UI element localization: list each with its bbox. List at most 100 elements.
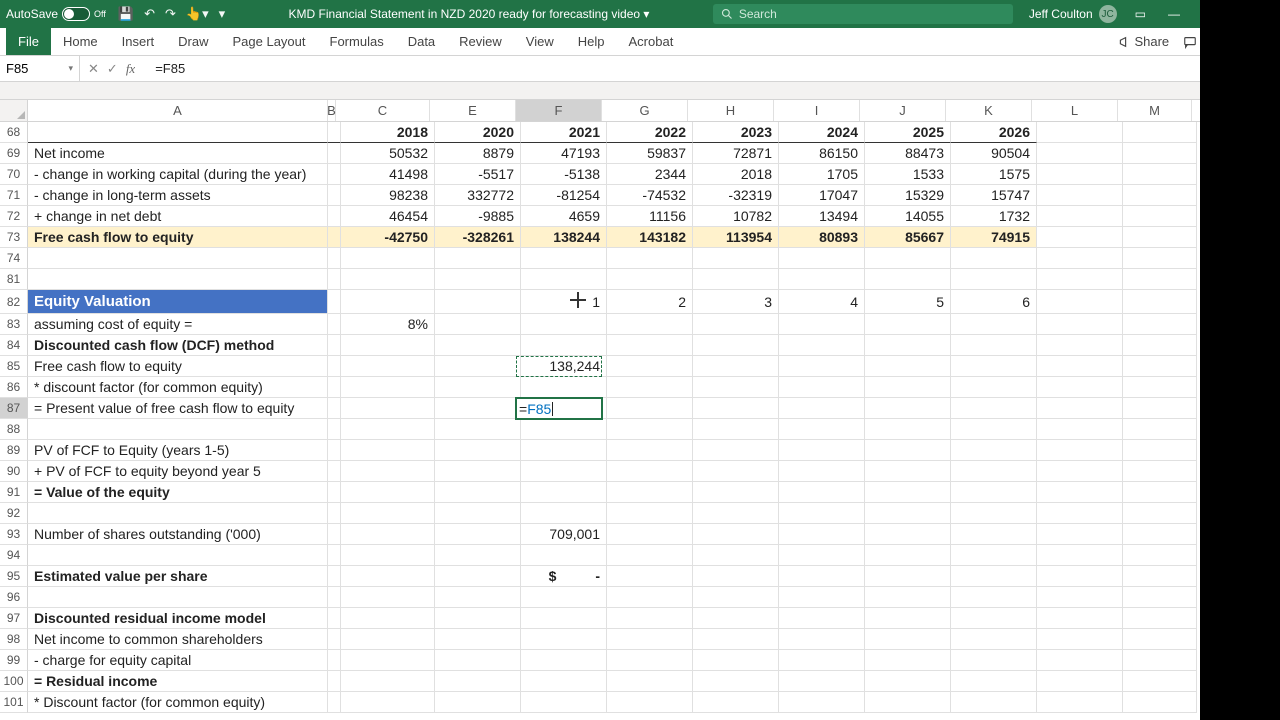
- cell[interactable]: [521, 608, 607, 629]
- cell[interactable]: $ -: [521, 566, 607, 587]
- cell[interactable]: [1037, 482, 1123, 503]
- cell[interactable]: + change in net debt: [28, 206, 328, 227]
- row-head[interactable]: 98: [0, 629, 28, 650]
- cell[interactable]: [693, 482, 779, 503]
- touch-mode-icon[interactable]: 👆▾: [186, 6, 209, 22]
- row-head[interactable]: 90: [0, 461, 28, 482]
- cell[interactable]: [693, 377, 779, 398]
- tab-help[interactable]: Help: [566, 28, 617, 55]
- cell-editor[interactable]: =F85: [515, 397, 603, 420]
- cell[interactable]: [28, 269, 328, 290]
- cell[interactable]: [341, 419, 435, 440]
- cell[interactable]: [1123, 248, 1197, 269]
- cell[interactable]: [693, 566, 779, 587]
- cell[interactable]: [1123, 143, 1197, 164]
- select-all-corner[interactable]: [0, 100, 28, 121]
- cell[interactable]: [435, 608, 521, 629]
- row-head[interactable]: 87: [0, 398, 28, 419]
- cell[interactable]: [607, 398, 693, 419]
- cell[interactable]: [1123, 587, 1197, 608]
- cell[interactable]: [341, 524, 435, 545]
- cell[interactable]: [951, 269, 1037, 290]
- cell[interactable]: [341, 650, 435, 671]
- cell[interactable]: [341, 335, 435, 356]
- row-head[interactable]: 69: [0, 143, 28, 164]
- cell[interactable]: [1037, 398, 1123, 419]
- row-head[interactable]: 91: [0, 482, 28, 503]
- row-head[interactable]: 97: [0, 608, 28, 629]
- cell[interactable]: [1123, 608, 1197, 629]
- cell[interactable]: [951, 587, 1037, 608]
- cell[interactable]: 50532: [341, 143, 435, 164]
- share-button[interactable]: Share: [1116, 34, 1169, 49]
- cell[interactable]: [1123, 269, 1197, 290]
- cell[interactable]: [328, 164, 341, 185]
- cell[interactable]: [693, 398, 779, 419]
- qat-more-icon[interactable]: ▾: [219, 6, 226, 22]
- cell[interactable]: [1123, 227, 1197, 248]
- cell[interactable]: 88473: [865, 143, 951, 164]
- cell[interactable]: [865, 314, 951, 335]
- cell[interactable]: 709,001: [521, 524, 607, 545]
- cell[interactable]: [607, 314, 693, 335]
- cell[interactable]: [28, 248, 328, 269]
- col-head-K[interactable]: K: [946, 100, 1032, 121]
- cell[interactable]: 1533: [865, 164, 951, 185]
- cell[interactable]: 138244: [521, 227, 607, 248]
- row-head[interactable]: 81: [0, 269, 28, 290]
- row-head[interactable]: 99: [0, 650, 28, 671]
- cell[interactable]: [1123, 356, 1197, 377]
- cell[interactable]: [779, 692, 865, 713]
- cell[interactable]: [1123, 482, 1197, 503]
- spreadsheet-grid[interactable]: A B C E F G H I J K L M 68 2018 2020 202…: [0, 100, 1280, 713]
- cell[interactable]: 2026: [951, 122, 1037, 143]
- cell[interactable]: 98238: [341, 185, 435, 206]
- cell[interactable]: [693, 608, 779, 629]
- cell[interactable]: -9885: [435, 206, 521, 227]
- cell[interactable]: 113954: [693, 227, 779, 248]
- cell[interactable]: [607, 671, 693, 692]
- cell[interactable]: 2022: [607, 122, 693, 143]
- cell[interactable]: [779, 377, 865, 398]
- cell[interactable]: [435, 377, 521, 398]
- cell[interactable]: Estimated value per share: [28, 566, 328, 587]
- cell[interactable]: [607, 461, 693, 482]
- cell[interactable]: [951, 398, 1037, 419]
- cancel-formula-icon[interactable]: ✕: [88, 61, 99, 77]
- cell[interactable]: 5: [865, 290, 951, 314]
- redo-icon[interactable]: ↷: [165, 6, 176, 22]
- row-head[interactable]: 100: [0, 671, 28, 692]
- cell[interactable]: [328, 482, 341, 503]
- cell[interactable]: 2023: [693, 122, 779, 143]
- cell[interactable]: * Discount factor (for common equity): [28, 692, 328, 713]
- cell[interactable]: Discounted residual income model: [28, 608, 328, 629]
- row-head[interactable]: 88: [0, 419, 28, 440]
- cell[interactable]: [1037, 206, 1123, 227]
- row-head[interactable]: 83: [0, 314, 28, 335]
- cell[interactable]: [1037, 419, 1123, 440]
- cell[interactable]: 1732: [951, 206, 1037, 227]
- cell[interactable]: [435, 314, 521, 335]
- col-head-I[interactable]: I: [774, 100, 860, 121]
- cell[interactable]: [328, 269, 341, 290]
- cell[interactable]: [341, 269, 435, 290]
- cell[interactable]: [1037, 524, 1123, 545]
- cell[interactable]: [607, 587, 693, 608]
- cell[interactable]: [1037, 566, 1123, 587]
- cell[interactable]: [779, 650, 865, 671]
- fx-icon[interactable]: fx: [126, 61, 141, 77]
- cell[interactable]: 2018: [693, 164, 779, 185]
- cell[interactable]: [607, 608, 693, 629]
- cell[interactable]: [865, 545, 951, 566]
- cell[interactable]: 2: [607, 290, 693, 314]
- cell[interactable]: - change in long-term assets: [28, 185, 328, 206]
- cell[interactable]: [865, 356, 951, 377]
- cell[interactable]: [693, 356, 779, 377]
- cell[interactable]: [521, 629, 607, 650]
- cell[interactable]: 2018: [341, 122, 435, 143]
- cell[interactable]: [951, 503, 1037, 524]
- cell[interactable]: -81254: [521, 185, 607, 206]
- row-head[interactable]: 70: [0, 164, 28, 185]
- cell[interactable]: [607, 269, 693, 290]
- cell[interactable]: [435, 461, 521, 482]
